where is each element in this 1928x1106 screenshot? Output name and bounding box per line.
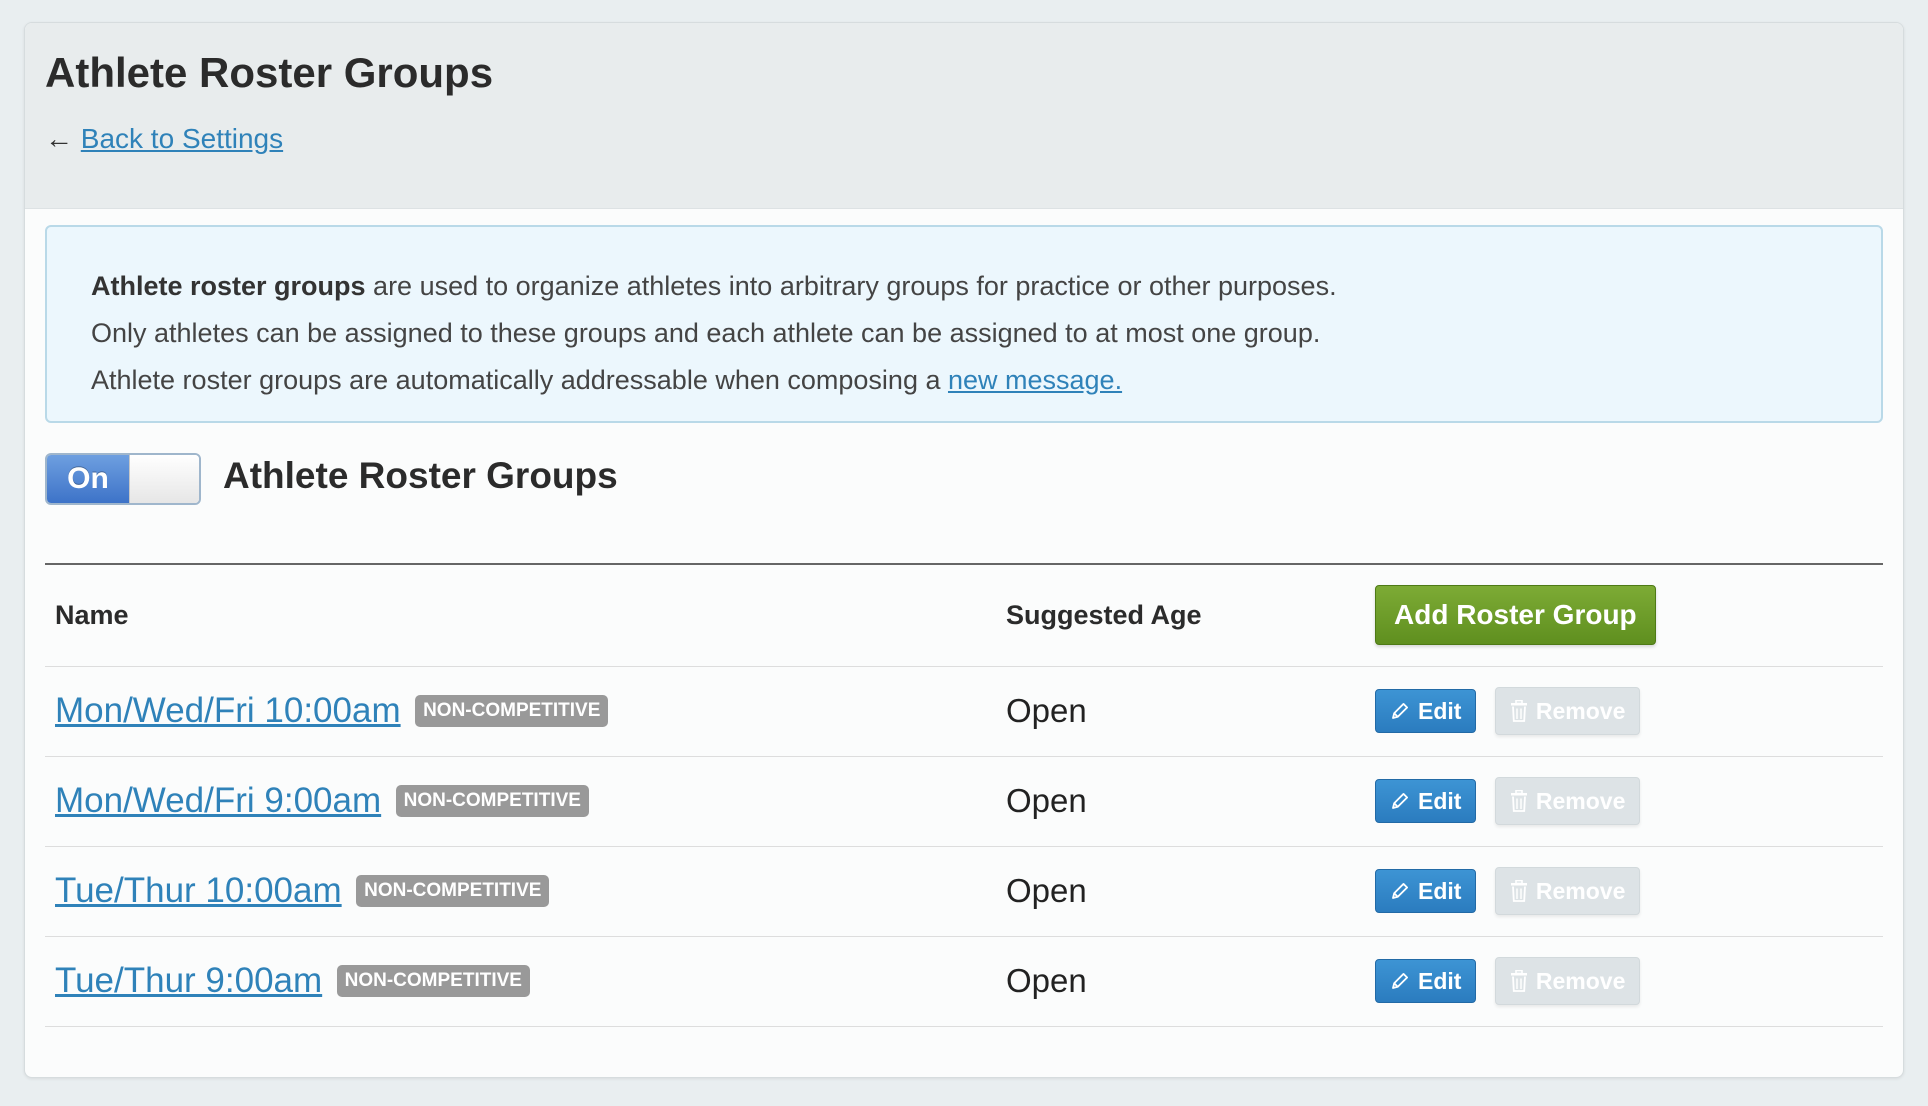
group-name-link[interactable]: Mon/Wed/Fri 9:00am bbox=[55, 781, 381, 820]
column-header-actions: Add Roster Group bbox=[1365, 564, 1883, 667]
toggle-on-label: On bbox=[47, 455, 129, 503]
page-title: Athlete Roster Groups bbox=[45, 49, 494, 96]
remove-button-label: Remove bbox=[1535, 877, 1626, 904]
remove-button[interactable]: Remove bbox=[1494, 867, 1641, 915]
panel-header: Athlete Roster Groups ← Back to Settings bbox=[25, 23, 1903, 209]
edit-button[interactable]: Edit bbox=[1375, 779, 1477, 823]
pencil-icon bbox=[1390, 701, 1410, 721]
table-row: Mon/Wed/Fri 10:00am NON-COMPETITIVE Open… bbox=[45, 666, 1883, 757]
table-row: Tue/Thur 9:00am NON-COMPETITIVE Open Edi… bbox=[45, 936, 1883, 1027]
suggested-age-cell: Open bbox=[996, 666, 1365, 757]
roster-groups-table: Name Suggested Age Add Roster Group Mon/… bbox=[45, 563, 1883, 1027]
actions-cell: Edit Remove bbox=[1365, 846, 1883, 937]
remove-button-label: Remove bbox=[1535, 697, 1626, 724]
suggested-age-cell: Open bbox=[996, 756, 1365, 847]
suggested-age-value: Open bbox=[1006, 782, 1087, 819]
trash-icon bbox=[1510, 790, 1528, 812]
pencil-icon bbox=[1390, 971, 1410, 991]
suggested-age-cell: Open bbox=[996, 846, 1365, 937]
group-name-link[interactable]: Tue/Thur 10:00am bbox=[55, 871, 342, 910]
group-name-cell: Tue/Thur 10:00am NON-COMPETITIVE bbox=[45, 846, 996, 937]
group-name-link[interactable]: Mon/Wed/Fri 10:00am bbox=[55, 691, 401, 730]
edit-button[interactable]: Edit bbox=[1375, 869, 1477, 913]
suggested-age-value: Open bbox=[1006, 962, 1087, 999]
back-row: ← Back to Settings bbox=[45, 123, 1883, 155]
group-name-cell: Mon/Wed/Fri 9:00am NON-COMPETITIVE bbox=[45, 756, 996, 847]
info-bold-term: Athlete roster groups bbox=[91, 271, 366, 301]
info-line-1-text: are used to organize athletes into arbit… bbox=[365, 271, 1337, 301]
table-row: Mon/Wed/Fri 9:00am NON-COMPETITIVE Open … bbox=[45, 756, 1883, 847]
non-competitive-badge: NON-COMPETITIVE bbox=[415, 695, 609, 727]
back-to-settings-link[interactable]: Back to Settings bbox=[81, 123, 283, 154]
suggested-age-value: Open bbox=[1006, 692, 1087, 729]
trash-icon bbox=[1510, 700, 1528, 722]
actions-cell: Edit Remove bbox=[1365, 936, 1883, 1027]
add-roster-group-button[interactable]: Add Roster Group bbox=[1375, 585, 1656, 646]
toggle-knob[interactable] bbox=[129, 455, 199, 503]
column-header-suggested-age: Suggested Age bbox=[996, 564, 1365, 667]
table-row: Tue/Thur 10:00am NON-COMPETITIVE Open Ed… bbox=[45, 846, 1883, 937]
remove-button[interactable]: Remove bbox=[1494, 687, 1641, 735]
table-body: Mon/Wed/Fri 10:00am NON-COMPETITIVE Open… bbox=[45, 666, 1883, 1027]
edit-button-label: Edit bbox=[1418, 697, 1462, 724]
remove-button-label: Remove bbox=[1535, 967, 1626, 994]
non-competitive-badge: NON-COMPETITIVE bbox=[356, 875, 550, 907]
suggested-age-value: Open bbox=[1006, 872, 1087, 909]
edit-button-label: Edit bbox=[1418, 967, 1462, 994]
back-arrow-icon: ← bbox=[45, 123, 73, 154]
pencil-icon bbox=[1390, 791, 1410, 811]
edit-button[interactable]: Edit bbox=[1375, 959, 1477, 1003]
info-box: Athlete roster groups are used to organi… bbox=[45, 225, 1883, 423]
non-competitive-badge: NON-COMPETITIVE bbox=[336, 965, 530, 997]
edit-button-label: Edit bbox=[1418, 787, 1462, 814]
edit-button-label: Edit bbox=[1418, 877, 1462, 904]
non-competitive-badge: NON-COMPETITIVE bbox=[395, 785, 589, 817]
group-name-link[interactable]: Tue/Thur 9:00am bbox=[55, 961, 322, 1000]
trash-icon bbox=[1510, 970, 1528, 992]
actions-cell: Edit Remove bbox=[1365, 756, 1883, 847]
info-line-3: Athlete roster groups are automatically … bbox=[91, 357, 1837, 404]
actions-cell: Edit Remove bbox=[1365, 666, 1883, 757]
remove-button[interactable]: Remove bbox=[1494, 777, 1641, 825]
roster-groups-toggle[interactable]: On bbox=[45, 453, 201, 505]
new-message-link[interactable]: new message. bbox=[948, 365, 1122, 395]
trash-icon bbox=[1510, 880, 1528, 902]
edit-button[interactable]: Edit bbox=[1375, 689, 1477, 733]
column-header-name: Name bbox=[45, 564, 996, 667]
remove-button-label: Remove bbox=[1535, 787, 1626, 814]
roster-groups-panel: Athlete Roster Groups ← Back to Settings… bbox=[24, 22, 1904, 1078]
toggle-label: Athlete Roster Groups bbox=[223, 455, 618, 496]
pencil-icon bbox=[1390, 881, 1410, 901]
table-header-row: Name Suggested Age Add Roster Group bbox=[45, 564, 1883, 667]
info-line-3-text: Athlete roster groups are automatically … bbox=[91, 365, 948, 395]
group-name-cell: Mon/Wed/Fri 10:00am NON-COMPETITIVE bbox=[45, 666, 996, 757]
group-name-cell: Tue/Thur 9:00am NON-COMPETITIVE bbox=[45, 936, 996, 1027]
info-line-2: Only athletes can be assigned to these g… bbox=[91, 318, 1321, 348]
remove-button[interactable]: Remove bbox=[1494, 957, 1641, 1005]
suggested-age-cell: Open bbox=[996, 936, 1365, 1027]
info-line-1: Athlete roster groups are used to organi… bbox=[91, 263, 1837, 310]
toggle-row: On Athlete Roster Groups bbox=[25, 423, 1903, 563]
